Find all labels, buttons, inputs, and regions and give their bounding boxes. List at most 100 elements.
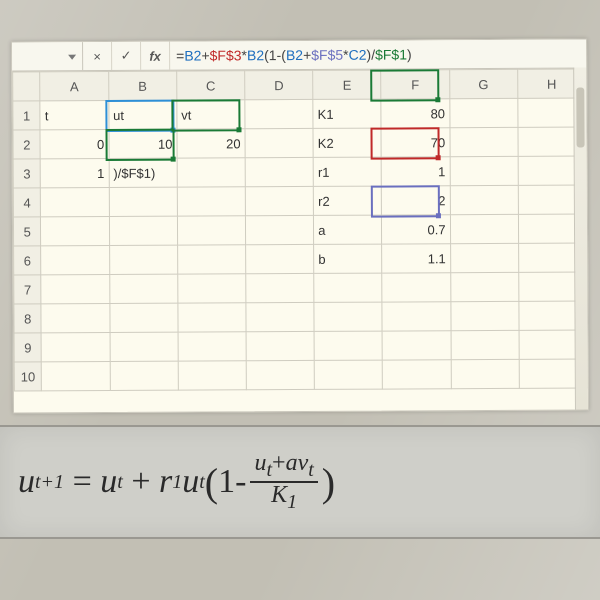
- confirm-icon[interactable]: ✓: [112, 42, 141, 70]
- cell-A5[interactable]: [41, 217, 108, 245]
- cell-C6[interactable]: [178, 245, 245, 273]
- formula-plus: +: [201, 47, 209, 63]
- cell-E2[interactable]: K2: [314, 129, 381, 157]
- cell-C9[interactable]: [178, 332, 245, 360]
- cell-B5[interactable]: [110, 217, 177, 245]
- cell-E4[interactable]: r2: [314, 187, 381, 215]
- cell-G10[interactable]: [451, 360, 518, 388]
- cell-A8[interactable]: [42, 304, 109, 332]
- cell-G9[interactable]: [451, 331, 518, 359]
- cell-A2[interactable]: 0: [41, 130, 108, 158]
- col-header-G[interactable]: G: [449, 69, 517, 98]
- eq-numerator: ut+avt: [250, 451, 317, 481]
- cell-D4[interactable]: [246, 187, 313, 215]
- cell-C8[interactable]: [178, 303, 245, 331]
- cell-G6[interactable]: [451, 244, 518, 272]
- cell-G4[interactable]: [450, 186, 517, 214]
- select-all-corner[interactable]: [13, 72, 41, 101]
- cell-E3[interactable]: r1: [314, 158, 381, 186]
- col-header-B[interactable]: B: [108, 71, 176, 100]
- cell-F10[interactable]: [383, 360, 450, 388]
- cell-D9[interactable]: [247, 332, 314, 360]
- cell-B4[interactable]: [109, 188, 176, 216]
- cell-G5[interactable]: [451, 215, 518, 243]
- cell-B8[interactable]: [110, 304, 177, 332]
- cell-A7[interactable]: [42, 275, 109, 303]
- cell-C2[interactable]: 20: [177, 129, 244, 157]
- cell-F4[interactable]: 2: [382, 186, 449, 214]
- cell-D3[interactable]: [246, 158, 313, 186]
- cell-G3[interactable]: [450, 157, 517, 185]
- cell-E6[interactable]: b: [314, 245, 381, 273]
- fx-icon[interactable]: fx: [141, 42, 170, 70]
- cell-A9[interactable]: [42, 333, 109, 361]
- cell-C3[interactable]: [177, 158, 244, 186]
- col-header-A[interactable]: A: [40, 72, 108, 101]
- cell-C1[interactable]: vt: [177, 100, 244, 128]
- row-header-6[interactable]: 6: [14, 246, 42, 275]
- row-header-2[interactable]: 2: [13, 130, 41, 159]
- eq-plus: +: [131, 463, 150, 501]
- cell-E9[interactable]: [315, 332, 382, 360]
- cell-G7[interactable]: [451, 273, 518, 301]
- cell-C5[interactable]: [178, 216, 245, 244]
- cell-E1[interactable]: K1: [314, 100, 381, 128]
- cell-A6[interactable]: [42, 246, 109, 274]
- cell-B3[interactable]: )/$F$1): [109, 159, 176, 187]
- cell-A1[interactable]: t: [41, 101, 108, 129]
- cell-F2[interactable]: 70: [382, 128, 449, 156]
- eq-num-u: u: [254, 450, 266, 476]
- cell-C4[interactable]: [178, 187, 245, 215]
- row-header-3[interactable]: 3: [13, 159, 41, 188]
- cancel-icon[interactable]: ×: [83, 42, 112, 70]
- cell-A10[interactable]: [42, 362, 109, 390]
- cell-D10[interactable]: [247, 361, 314, 389]
- row-header-5[interactable]: 5: [13, 217, 41, 246]
- cell-E7[interactable]: [314, 274, 381, 302]
- cell-E8[interactable]: [315, 303, 382, 331]
- cell-B2[interactable]: 10: [109, 130, 176, 158]
- cell-D5[interactable]: [246, 216, 313, 244]
- row-header-8[interactable]: 8: [14, 304, 42, 333]
- cell-C7[interactable]: [178, 274, 245, 302]
- cell-F1[interactable]: 80: [382, 99, 449, 127]
- row-header-7[interactable]: 7: [14, 275, 42, 304]
- cell-F7[interactable]: [383, 273, 450, 301]
- cell-D6[interactable]: [246, 245, 313, 273]
- formula-input[interactable]: = B2 + $F$3 * B2 ( 1 - ( B2 + $F$5 * C2 …: [170, 39, 586, 69]
- row-header-9[interactable]: 9: [14, 333, 42, 362]
- col-header-D[interactable]: D: [245, 70, 313, 99]
- cell-F5[interactable]: 0.7: [382, 215, 449, 243]
- col-header-E[interactable]: E: [313, 70, 381, 99]
- cell-F3[interactable]: 1: [382, 157, 449, 185]
- cell-D8[interactable]: [246, 303, 313, 331]
- scrollbar-thumb[interactable]: [576, 88, 584, 148]
- cell-D1[interactable]: [245, 100, 312, 128]
- row-header-4[interactable]: 4: [13, 188, 41, 217]
- cell-F6[interactable]: 1.1: [383, 244, 450, 272]
- cell-G8[interactable]: [451, 302, 518, 330]
- cell-G1[interactable]: [450, 99, 517, 127]
- cell-F9[interactable]: [383, 331, 450, 359]
- cell-G2[interactable]: [450, 128, 517, 156]
- cell-B7[interactable]: [110, 275, 177, 303]
- col-header-C[interactable]: C: [177, 71, 245, 100]
- cell-B9[interactable]: [110, 333, 177, 361]
- cell-E5[interactable]: a: [314, 216, 381, 244]
- cell-D2[interactable]: [246, 129, 313, 157]
- cell-B6[interactable]: [110, 246, 177, 274]
- cell-A4[interactable]: [41, 188, 108, 216]
- cell-F8[interactable]: [383, 302, 450, 330]
- cell-E10[interactable]: [315, 361, 382, 389]
- name-box[interactable]: [12, 42, 83, 70]
- cell-B1[interactable]: ut: [109, 101, 176, 129]
- row-header-1[interactable]: 1: [13, 101, 41, 130]
- cell-C10[interactable]: [179, 361, 246, 389]
- vertical-scrollbar[interactable]: [573, 67, 588, 409]
- cell-A3[interactable]: 1: [41, 159, 108, 187]
- cell-D7[interactable]: [246, 274, 313, 302]
- col-header-F[interactable]: F: [381, 70, 449, 99]
- cell-B10[interactable]: [110, 362, 177, 390]
- grid: A B C D E F G H 1 t ut vt K1 80: [12, 68, 588, 391]
- row-header-10[interactable]: 10: [14, 362, 42, 391]
